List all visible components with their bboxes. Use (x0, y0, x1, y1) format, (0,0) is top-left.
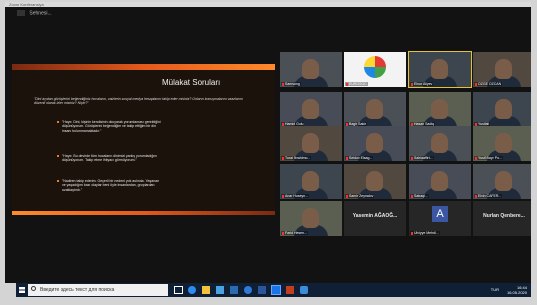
participant-name: Elvin CAFER... (474, 194, 503, 198)
participant-face (495, 99, 512, 119)
participant-big-name: Yasemin AĞAOĞ... (352, 213, 398, 219)
participant-tile[interactable]: Tural Ibrahimo... (280, 126, 342, 161)
participant-name: OZGE OZCAN (474, 82, 503, 86)
shared-slide: Mülakat Soruları "Dini açıdan görüşlerin… (12, 64, 275, 215)
participant-name: Anar Huseyn... (281, 194, 310, 198)
participant-name: EUROSOC (345, 82, 368, 86)
participant-tile[interactable]: Elnur Aliyev (408, 51, 472, 88)
app-icon[interactable] (300, 286, 308, 294)
participant-face (302, 99, 319, 119)
window-title: Zoom Konferansiya (9, 2, 44, 7)
start-button[interactable] (16, 283, 28, 297)
participant-tile[interactable]: Hamid Gulu (280, 92, 342, 127)
participant-face (495, 171, 512, 191)
screen-share-label-text: Sehnesi... (29, 10, 52, 17)
participant-face (495, 133, 512, 153)
participant-name: Farid Hesen... (281, 231, 308, 235)
screen-share-label[interactable]: Sehnesi... (17, 10, 52, 16)
windows-logo-icon (19, 287, 25, 293)
windows-taskbar: Введите здесь текст для поиска TUR 16:44… (16, 283, 531, 297)
slide-intro: "Dini açıdan görüşlerini beğendiğiniz ho… (34, 97, 243, 106)
participant-tile[interactable]: Seidov Elsag... (344, 126, 406, 161)
mail-icon[interactable] (230, 286, 238, 294)
chrome-icon[interactable] (244, 286, 252, 294)
participant-tile[interactable]: Hasan Sadiq (409, 92, 471, 127)
word-icon[interactable] (258, 286, 266, 294)
participant-name: Samsung (281, 82, 301, 86)
participant-tile[interactable]: Sahiaaffirt... (409, 126, 471, 161)
participant-face (302, 59, 319, 79)
file-explorer-icon[interactable] (202, 286, 210, 294)
participant-name: Samir Zeynalov (345, 194, 375, 198)
participant-tile[interactable]: Yasemin AĞAOĞ... (344, 201, 406, 236)
participant-tile[interactable]: Anar Huseyn... (280, 164, 342, 199)
zoom-window: Zoom Konferansiya Sehnesi... Mülakat Sor… (5, 2, 531, 283)
eurosoc-logo-icon (364, 56, 386, 78)
participant-face (431, 171, 448, 191)
taskbar-search-placeholder: Введите здесь текст для поиска (40, 287, 115, 293)
participant-big-name: Nurlan Qenbere... (483, 213, 525, 219)
edge-browser-icon[interactable] (188, 286, 196, 294)
participant-face (431, 99, 448, 119)
participant-tile[interactable]: Samsung (280, 52, 342, 87)
participant-face (302, 171, 319, 191)
participant-tile[interactable]: Yusifali (473, 92, 531, 127)
participant-name: Yusif Bayr Po... (474, 156, 503, 160)
back-icon (17, 10, 25, 16)
powerpoint-icon[interactable] (286, 286, 294, 294)
participant-name: Sahiaaffirt... (410, 156, 434, 160)
participant-name: Seidov Elsag... (345, 156, 374, 160)
participant-tile[interactable]: A Ulviyye Mehdi... (409, 201, 471, 236)
clock-date[interactable]: 16.05.2020 (507, 290, 527, 295)
participant-face (302, 133, 319, 153)
slide-bullet: "Hayır. Dini, kişinin kendisinin okuyara… (57, 120, 161, 133)
slide-title: Mülakat Soruları (162, 78, 221, 87)
participant-face (431, 133, 448, 153)
window-titlebar: Zoom Konferansiya (5, 2, 531, 7)
participant-face (431, 59, 448, 79)
participant-face (302, 208, 319, 228)
participant-tile[interactable]: Yusif Bayr Po... (473, 126, 531, 161)
slide-bullet: "Nadiren takip ederim. Geçerli bir neden… (57, 179, 162, 192)
participant-tile[interactable]: Farid Hesen... (280, 201, 342, 236)
participant-face (366, 133, 383, 153)
search-icon (31, 286, 36, 291)
taskbar-search-box[interactable]: Введите здесь текст для поиска (28, 284, 168, 296)
participant-name: Ulviyye Mehdi... (410, 231, 440, 235)
system-tray: TUR 16:44 16.05.2020 (491, 285, 527, 295)
slide-bullet: "Hayır. Bu devirde tüm hocaların dinimiz… (57, 154, 162, 163)
participant-avatar: A (432, 206, 448, 222)
participant-name: Sabaqi... (410, 194, 429, 198)
participant-name: Tural Ibrahimo... (281, 156, 312, 160)
participant-tile[interactable]: Samir Zeynalov (344, 164, 406, 199)
participant-face (366, 171, 383, 191)
slide-top-stripe (12, 64, 275, 70)
participant-name: Elnur Aliyev (410, 82, 434, 86)
task-view-icon[interactable] (174, 286, 183, 294)
participant-tile[interactable]: OZGE OZCAN (473, 52, 531, 87)
zoom-app-icon[interactable] (271, 285, 281, 295)
participant-face (495, 59, 512, 79)
participant-tile[interactable]: Elvin CAFER... (473, 164, 531, 199)
participant-tile[interactable]: Bagir Sakir (344, 92, 406, 127)
input-language[interactable]: TUR (491, 287, 499, 292)
participant-tile[interactable]: Sabaqi... (409, 164, 471, 199)
participant-tile[interactable]: Nurlan Qenbere... (473, 201, 531, 236)
slide-bottom-stripe (12, 211, 275, 215)
participant-tile[interactable]: EUROSOC (344, 52, 406, 87)
store-icon[interactable] (216, 286, 224, 294)
participant-face (366, 99, 383, 119)
